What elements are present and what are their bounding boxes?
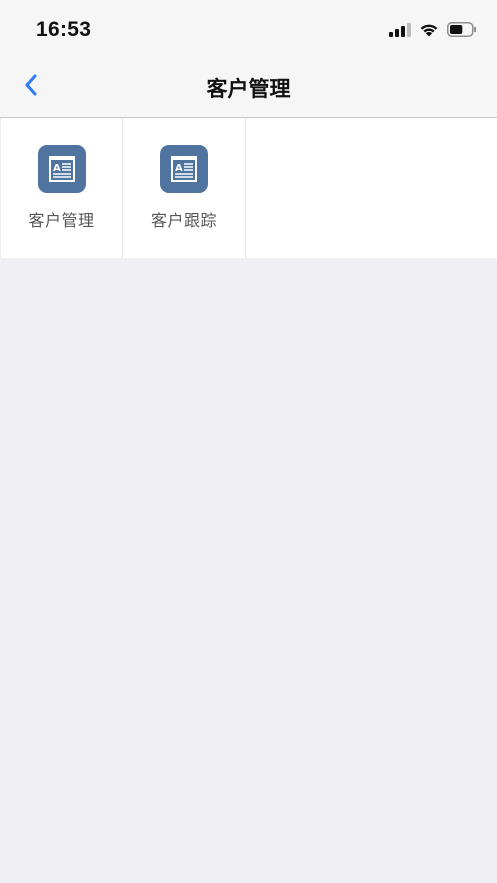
status-icons (389, 20, 477, 42)
page-title: 客户管理 (206, 77, 291, 101)
grid-item-customer-management[interactable]: A 客户管理 (0, 118, 123, 258)
menu-grid: A 客户管理 A 客户跟踪 (0, 118, 497, 258)
svg-text:A: A (53, 163, 61, 174)
grid-item-label: 客户管理 (28, 211, 95, 230)
status-time: 16:53 (36, 18, 92, 41)
document-icon: A (160, 145, 208, 193)
wifi-icon (419, 22, 439, 41)
status-bar: 16:53 (0, 0, 497, 58)
grid-empty-cell (246, 118, 497, 258)
document-icon: A (37, 145, 86, 193)
grid-item-customer-tracking[interactable]: A 客户跟踪 (123, 118, 246, 258)
battery-icon (447, 21, 477, 41)
grid-item-label: 客户跟踪 (150, 211, 217, 230)
signal-icon (389, 22, 411, 41)
navigation-bar: 客户管理 (0, 58, 497, 118)
svg-text:A: A (175, 163, 183, 174)
